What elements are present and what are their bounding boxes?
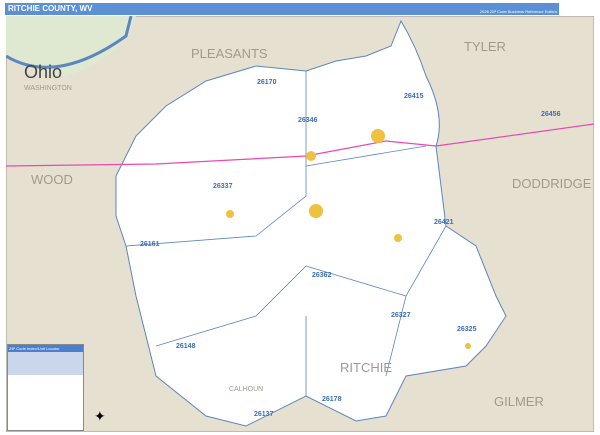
zip-label: 26337 — [213, 183, 233, 190]
zip-label: 26456 — [541, 111, 561, 118]
legend-title: ZIP Code Index/Unit Locator — [8, 345, 83, 352]
county-label: RITCHIE — [340, 360, 392, 375]
zip-label: 26170 — [257, 79, 277, 86]
zip-label: 26415 — [404, 93, 424, 100]
zip-index-table — [8, 352, 83, 375]
zip-label: 26362 — [312, 272, 332, 279]
zip-label: 26327 — [391, 312, 411, 319]
header-bar: RITCHIE COUNTY, WV 2026 ZIP Code Busines… — [5, 3, 595, 15]
publisher-logo — [559, 3, 595, 15]
county-label: DODDRIDGE — [512, 176, 592, 191]
zip-label: 26178 — [322, 396, 342, 403]
zip-label: 26346 — [298, 117, 318, 124]
zip-label: 26325 — [457, 326, 477, 333]
state-label: Ohio — [24, 62, 62, 82]
county-label: TYLER — [464, 39, 506, 54]
edition-subtitle: 2026 ZIP Code Business Reference Edition — [479, 9, 557, 14]
county-label: GILMER — [494, 394, 544, 409]
zip-label: 26421 — [434, 219, 454, 226]
county-label: WOOD — [31, 172, 73, 187]
zip-label: 26161 — [140, 241, 160, 248]
map-canvas[interactable]: Ohio WASHINGTON PLEASANTS TYLER WOOD DOD… — [6, 16, 594, 432]
zip-label: 26137 — [254, 411, 274, 418]
county-label: CALHOUN — [229, 386, 263, 393]
compass-rose-icon: ✦ — [94, 408, 106, 424]
legend: ZIP Code Index/Unit Locator — [7, 344, 84, 431]
map-title: RITCHIE COUNTY, WV — [8, 4, 93, 13]
county-label: WASHINGTON — [24, 85, 72, 92]
county-label: PLEASANTS — [191, 46, 268, 61]
zip-label: 26148 — [176, 343, 196, 350]
